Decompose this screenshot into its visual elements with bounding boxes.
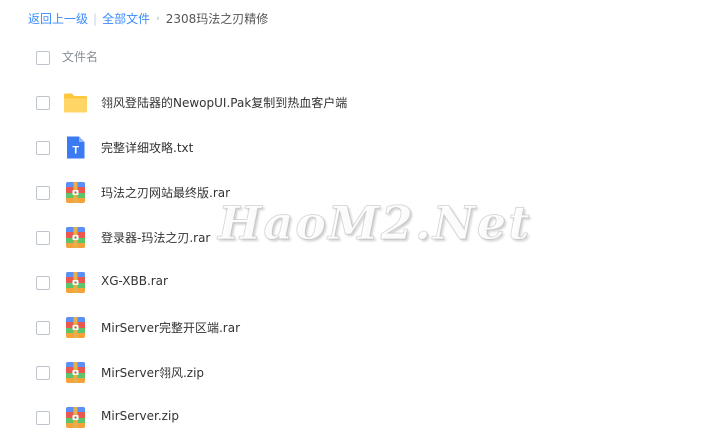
list-item[interactable]: XG-XBB.rar	[0, 260, 726, 305]
row-checkbox[interactable]	[36, 321, 50, 335]
archive-icon	[66, 182, 85, 203]
back-link[interactable]: 返回上一级	[28, 10, 88, 28]
list-item[interactable]: MirServer.zip	[0, 395, 726, 440]
file-list: 文件名 翎风登陆器的NewopUI.Pak复制到热血客户端 T 完整详细攻略.t…	[0, 35, 726, 440]
archive-icon	[66, 227, 85, 248]
row-checkbox[interactable]	[36, 366, 50, 380]
row-checkbox[interactable]	[36, 96, 50, 110]
list-item[interactable]: T 完整详细攻略.txt	[0, 125, 726, 170]
current-folder-label: 2308玛法之刃精修	[165, 12, 269, 26]
list-item[interactable]: 玛法之刃网站最终版.rar	[0, 170, 726, 215]
filename-column-header[interactable]: 文件名	[62, 48, 98, 65]
row-checkbox[interactable]	[36, 231, 50, 245]
file-name[interactable]: MirServer.zip	[101, 409, 179, 423]
breadcrumb: 返回上一级 | 全部文件 › 2308玛法之刃精修	[28, 10, 268, 28]
list-item[interactable]: 登录器-玛法之刃.rar	[0, 215, 726, 260]
file-name[interactable]: 翎风登陆器的NewopUI.Pak复制到热血客户端	[101, 94, 347, 111]
row-checkbox[interactable]	[36, 141, 50, 155]
list-item[interactable]: 翎风登陆器的NewopUI.Pak复制到热血客户端	[0, 80, 726, 125]
file-name[interactable]: 完整详细攻略.txt	[101, 139, 193, 156]
file-name[interactable]: 玛法之刃网站最终版.rar	[101, 184, 230, 201]
file-name[interactable]: 登录器-玛法之刃.rar	[101, 229, 210, 246]
file-name[interactable]: MirServer翎风.zip	[101, 364, 204, 381]
breadcrumb-separator: |	[93, 12, 98, 26]
text-document-icon: T	[67, 136, 85, 159]
text-document-letter: T	[72, 145, 79, 157]
list-item[interactable]: MirServer完整开区端.rar	[0, 305, 726, 350]
chevron-right-icon: ›	[156, 14, 160, 24]
archive-icon	[66, 407, 85, 428]
file-name[interactable]: MirServer完整开区端.rar	[101, 319, 240, 336]
folder-icon	[64, 93, 87, 113]
archive-icon	[66, 272, 85, 293]
list-header: 文件名	[0, 35, 726, 80]
archive-icon	[66, 362, 85, 383]
file-name[interactable]: XG-XBB.rar	[101, 274, 168, 288]
list-item[interactable]: MirServer翎风.zip	[0, 350, 726, 395]
row-checkbox[interactable]	[36, 276, 50, 290]
row-checkbox[interactable]	[36, 411, 50, 425]
archive-icon	[66, 317, 85, 338]
row-checkbox[interactable]	[36, 186, 50, 200]
all-files-link[interactable]: 全部文件	[102, 10, 150, 28]
select-all-checkbox[interactable]	[36, 51, 50, 65]
